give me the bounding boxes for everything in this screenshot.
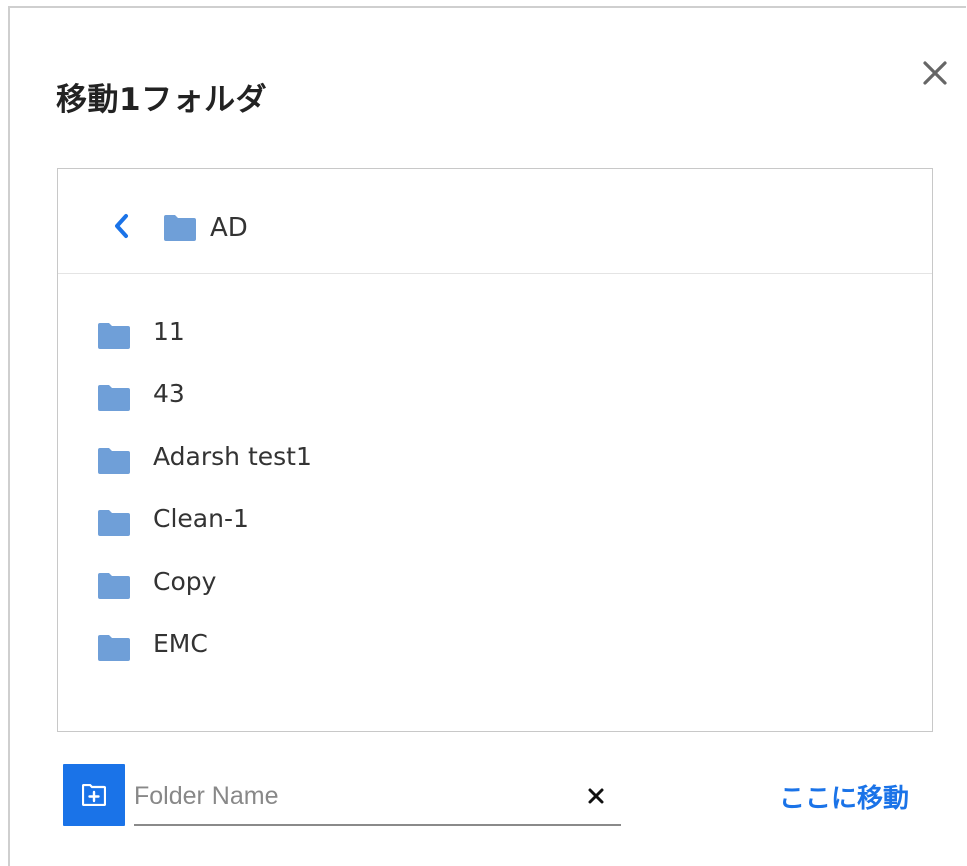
folder-list: 11 43 Adarsh test1 Clean-1 Copy EMC [58, 303, 932, 677]
close-button[interactable] [918, 56, 952, 90]
move-here-button[interactable]: ここに移動 [779, 778, 909, 815]
folder-name: EMC [153, 628, 208, 658]
back-button[interactable] [108, 213, 134, 239]
folder-name: 11 [153, 317, 185, 346]
folder-list-item[interactable]: EMC [58, 615, 932, 677]
folder-name: 43 [153, 379, 185, 409]
folder-list-item[interactable]: Copy [58, 553, 932, 615]
folder-list-item[interactable]: 11 [58, 303, 932, 365]
clear-icon [588, 788, 604, 804]
folder-icon [98, 510, 130, 537]
folder-name: Copy [153, 566, 217, 596]
clear-input-button[interactable] [582, 782, 610, 810]
folder-browser: AD 11 43 Adarsh test1 Clean-1 Copy EMC [57, 168, 933, 732]
folder-name: Clean-1 [153, 504, 249, 534]
current-folder-label: AD [210, 213, 248, 243]
chevron-left-icon [115, 214, 128, 238]
folder-list-item[interactable]: Clean-1 [58, 490, 932, 552]
new-folder-button[interactable] [63, 764, 125, 826]
close-icon [923, 61, 947, 85]
folder-list-item[interactable]: Adarsh test1 [58, 428, 932, 490]
folder-icon [98, 572, 130, 599]
folder-name: Adarsh test1 [153, 441, 312, 471]
folder-name-input[interactable] [134, 772, 574, 820]
folder-icon [98, 447, 130, 474]
dialog-title: 移動1フォルダ [56, 82, 268, 118]
new-folder-icon [82, 784, 106, 806]
breadcrumb: AD [58, 169, 932, 274]
folder-icon [98, 323, 130, 349]
folder-icon [164, 215, 196, 241]
folder-icon [98, 634, 130, 661]
input-underline [134, 824, 621, 826]
folder-icon [98, 385, 130, 412]
folder-list-item[interactable]: 43 [58, 365, 932, 427]
